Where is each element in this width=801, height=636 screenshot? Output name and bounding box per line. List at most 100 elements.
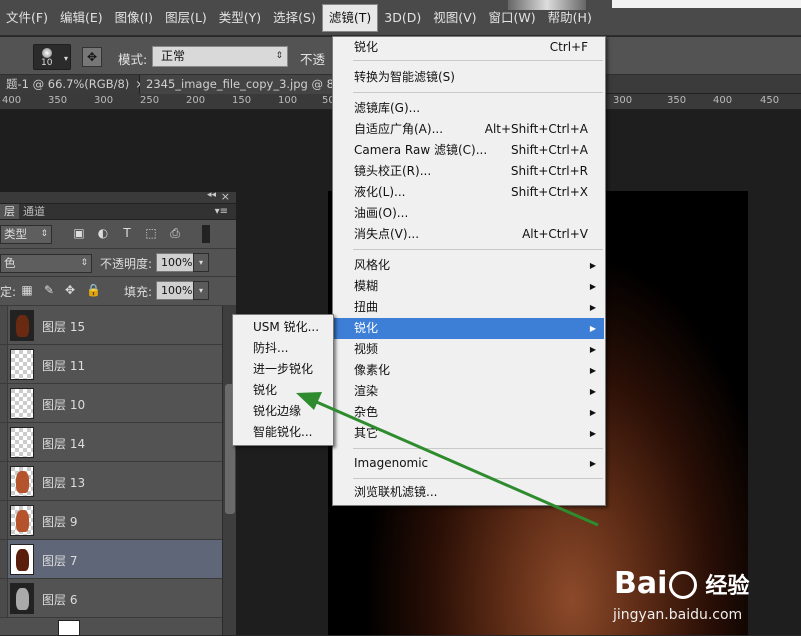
submenu-item-shake-reduction[interactable]: 防抖... xyxy=(234,338,332,359)
menu-item-vanishing-point[interactable]: 消失点(V)... Alt+Ctrl+V xyxy=(334,224,604,245)
brush-panel-toggle-icon[interactable]: ✥ xyxy=(82,47,102,67)
menu-item-last-filter[interactable]: 锐化 Ctrl+F xyxy=(334,37,604,58)
lock-transparent-icon[interactable]: ▦ xyxy=(20,283,34,297)
menu-item-filter-gallery[interactable]: 滤镜库(G)... xyxy=(334,98,604,119)
layer-row[interactable] xyxy=(0,618,222,636)
menu-item-camera-raw[interactable]: Camera Raw 滤镜(C)... Shift+Ctrl+A xyxy=(334,140,604,161)
ruler-label: 150 xyxy=(232,95,252,106)
layer-row-selected[interactable]: 图层 7 xyxy=(0,540,222,579)
visibility-toggle[interactable] xyxy=(0,345,8,383)
adjustment-filter-icon[interactable]: ◐ xyxy=(96,226,110,240)
menu-item-render[interactable]: 渲染 ▶ xyxy=(334,381,604,402)
menu-item-convert-smart-filter[interactable]: 转换为智能滤镜(S) xyxy=(334,67,604,88)
submenu-arrow-icon: ▶ xyxy=(589,387,596,396)
mode-select[interactable]: 正常 ⇕ xyxy=(152,46,288,67)
menu-item-shortcut: Shift+Ctrl+A xyxy=(511,143,588,157)
submenu-arrow-icon: ▶ xyxy=(589,459,596,468)
menu-item-shortcut: Ctrl+F xyxy=(549,40,588,54)
smart-object-filter-icon[interactable]: ⎙ xyxy=(168,226,182,240)
menu-item-label: 自适应广角(A)... xyxy=(354,122,444,136)
menu-item-liquify[interactable]: 液化(L)... Shift+Ctrl+X xyxy=(334,182,604,203)
menu-item-oil-paint[interactable]: 油画(O)... xyxy=(334,203,604,224)
menu-item-pixelate[interactable]: 像素化 ▶ xyxy=(334,360,604,381)
menu-filter[interactable]: 滤镜(T) xyxy=(321,4,379,32)
submenu-item-sharpen[interactable]: 锐化 xyxy=(234,380,332,401)
visibility-toggle[interactable] xyxy=(0,540,8,578)
tab-document-1[interactable]: 题-1 @ 66.7%(RGB/8) × xyxy=(0,75,145,94)
menu-separator xyxy=(353,448,603,449)
menu-item-shortcut: Alt+Shift+Ctrl+A xyxy=(484,122,588,136)
menu-file[interactable]: 文件(F) xyxy=(0,0,54,36)
menu-item-lens-correction[interactable]: 镜头校正(R)... Shift+Ctrl+R xyxy=(334,161,604,182)
layer-thumbnail xyxy=(10,310,34,341)
submenu-item-sharpen-edges[interactable]: 锐化边缘 xyxy=(234,401,332,422)
menu-item-label: 消失点(V)... xyxy=(354,227,420,241)
layer-thumbnail xyxy=(10,505,34,536)
layer-row[interactable]: 图层 15 xyxy=(0,306,222,345)
menu-item-video[interactable]: 视频 ▶ xyxy=(334,339,604,360)
menu-select[interactable]: 选择(S) xyxy=(267,0,322,36)
layer-row[interactable]: 图层 9 xyxy=(0,501,222,540)
collapse-icon[interactable]: ◂◂ xyxy=(207,190,216,200)
chevron-down-icon[interactable]: ▾ xyxy=(193,281,209,300)
tab-layers[interactable]: 层 xyxy=(0,204,19,219)
menu-item-distort[interactable]: 扭曲 ▶ xyxy=(334,297,604,318)
chevron-down-icon: ▾ xyxy=(63,54,68,63)
fill-input[interactable]: 100% ▾ xyxy=(156,281,209,300)
chevron-down-icon[interactable]: ▾ xyxy=(193,253,209,272)
tab-document-2[interactable]: 2345_image_file_copy_3.jpg @ 83 xyxy=(140,75,348,94)
menu-item-adaptive-wide-angle[interactable]: 自适应广角(A)... Alt+Shift+Ctrl+A xyxy=(334,119,604,140)
menu-3d[interactable]: 3D(D) xyxy=(378,0,427,36)
image-filter-icon[interactable]: ▣ xyxy=(72,226,86,240)
layer-row[interactable]: 图层 14 xyxy=(0,423,222,462)
menu-image[interactable]: 图像(I) xyxy=(109,0,159,36)
menu-edit[interactable]: 编辑(E) xyxy=(54,0,109,36)
lock-pixels-icon[interactable]: ✎ xyxy=(42,283,56,297)
submenu-arrow-icon: ▶ xyxy=(589,345,596,354)
shape-filter-icon[interactable]: ⬚ xyxy=(144,226,158,240)
layer-row[interactable]: 图层 6 xyxy=(0,579,222,618)
layer-name: 图层 15 xyxy=(42,320,86,334)
visibility-toggle[interactable] xyxy=(0,384,8,422)
visibility-toggle[interactable] xyxy=(0,306,8,344)
tab-channels[interactable]: 通道 xyxy=(19,204,49,219)
menu-item-noise[interactable]: 杂色 ▶ xyxy=(334,402,604,423)
menu-item-label: 锐化 xyxy=(354,40,379,54)
brush-preset-picker[interactable]: 10 ▾ xyxy=(33,44,71,70)
menu-item-label: Imagenomic xyxy=(354,456,429,470)
type-filter-icon[interactable]: T xyxy=(120,226,134,240)
menu-item-label: 转换为智能滤镜(S) xyxy=(354,70,455,84)
visibility-toggle[interactable] xyxy=(0,423,8,461)
menu-item-label: 液化(L)... xyxy=(354,185,406,199)
visibility-toggle[interactable] xyxy=(0,579,8,617)
menu-item-sharpen[interactable]: 锐化 ▶ xyxy=(334,318,604,339)
menu-layer[interactable]: 图层(L) xyxy=(159,0,213,36)
panel-menu-icon[interactable]: ▾≡ xyxy=(211,204,232,220)
lock-label: 定: xyxy=(0,285,17,299)
layer-row[interactable]: 图层 11 xyxy=(0,345,222,384)
submenu-item-unsharp-mask[interactable]: USM 锐化... xyxy=(234,317,332,338)
menu-item-browse-online-filters[interactable]: 浏览联机滤镜... xyxy=(334,482,604,503)
submenu-arrow-icon: ▶ xyxy=(589,282,596,291)
submenu-item-sharpen-more[interactable]: 进一步锐化 xyxy=(234,359,332,380)
filter-toggle-icon[interactable] xyxy=(202,225,210,243)
layer-lock-row: 定: ▦ ✎ ✥ 🔒 填充: 100% ▾ xyxy=(0,277,236,306)
submenu-item-smart-sharpen[interactable]: 智能锐化... xyxy=(234,422,332,443)
menu-item-label: 杂色 xyxy=(354,405,379,419)
menu-item-other[interactable]: 其它 ▶ xyxy=(334,423,604,444)
blend-mode-select[interactable]: 色 ⇕ xyxy=(0,254,92,273)
menu-view[interactable]: 视图(V) xyxy=(427,0,482,36)
layer-row[interactable]: 图层 10 xyxy=(0,384,222,423)
menu-type[interactable]: 类型(Y) xyxy=(213,0,267,36)
visibility-toggle[interactable] xyxy=(0,462,8,500)
visibility-toggle[interactable] xyxy=(0,501,8,539)
menu-item-blur[interactable]: 模糊 ▶ xyxy=(334,276,604,297)
lock-position-icon[interactable]: ✥ xyxy=(63,283,77,297)
opacity-input[interactable]: 100% ▾ xyxy=(156,253,209,272)
close-icon[interactable]: × xyxy=(221,190,230,203)
menu-item-stylize[interactable]: 风格化 ▶ xyxy=(334,255,604,276)
layer-row[interactable]: 图层 13 xyxy=(0,462,222,501)
lock-all-icon[interactable]: 🔒 xyxy=(86,283,101,297)
layer-filter-type-select[interactable]: 类型 ⇕ xyxy=(0,225,52,244)
menu-item-imagenomic[interactable]: Imagenomic ▶ xyxy=(334,453,604,474)
